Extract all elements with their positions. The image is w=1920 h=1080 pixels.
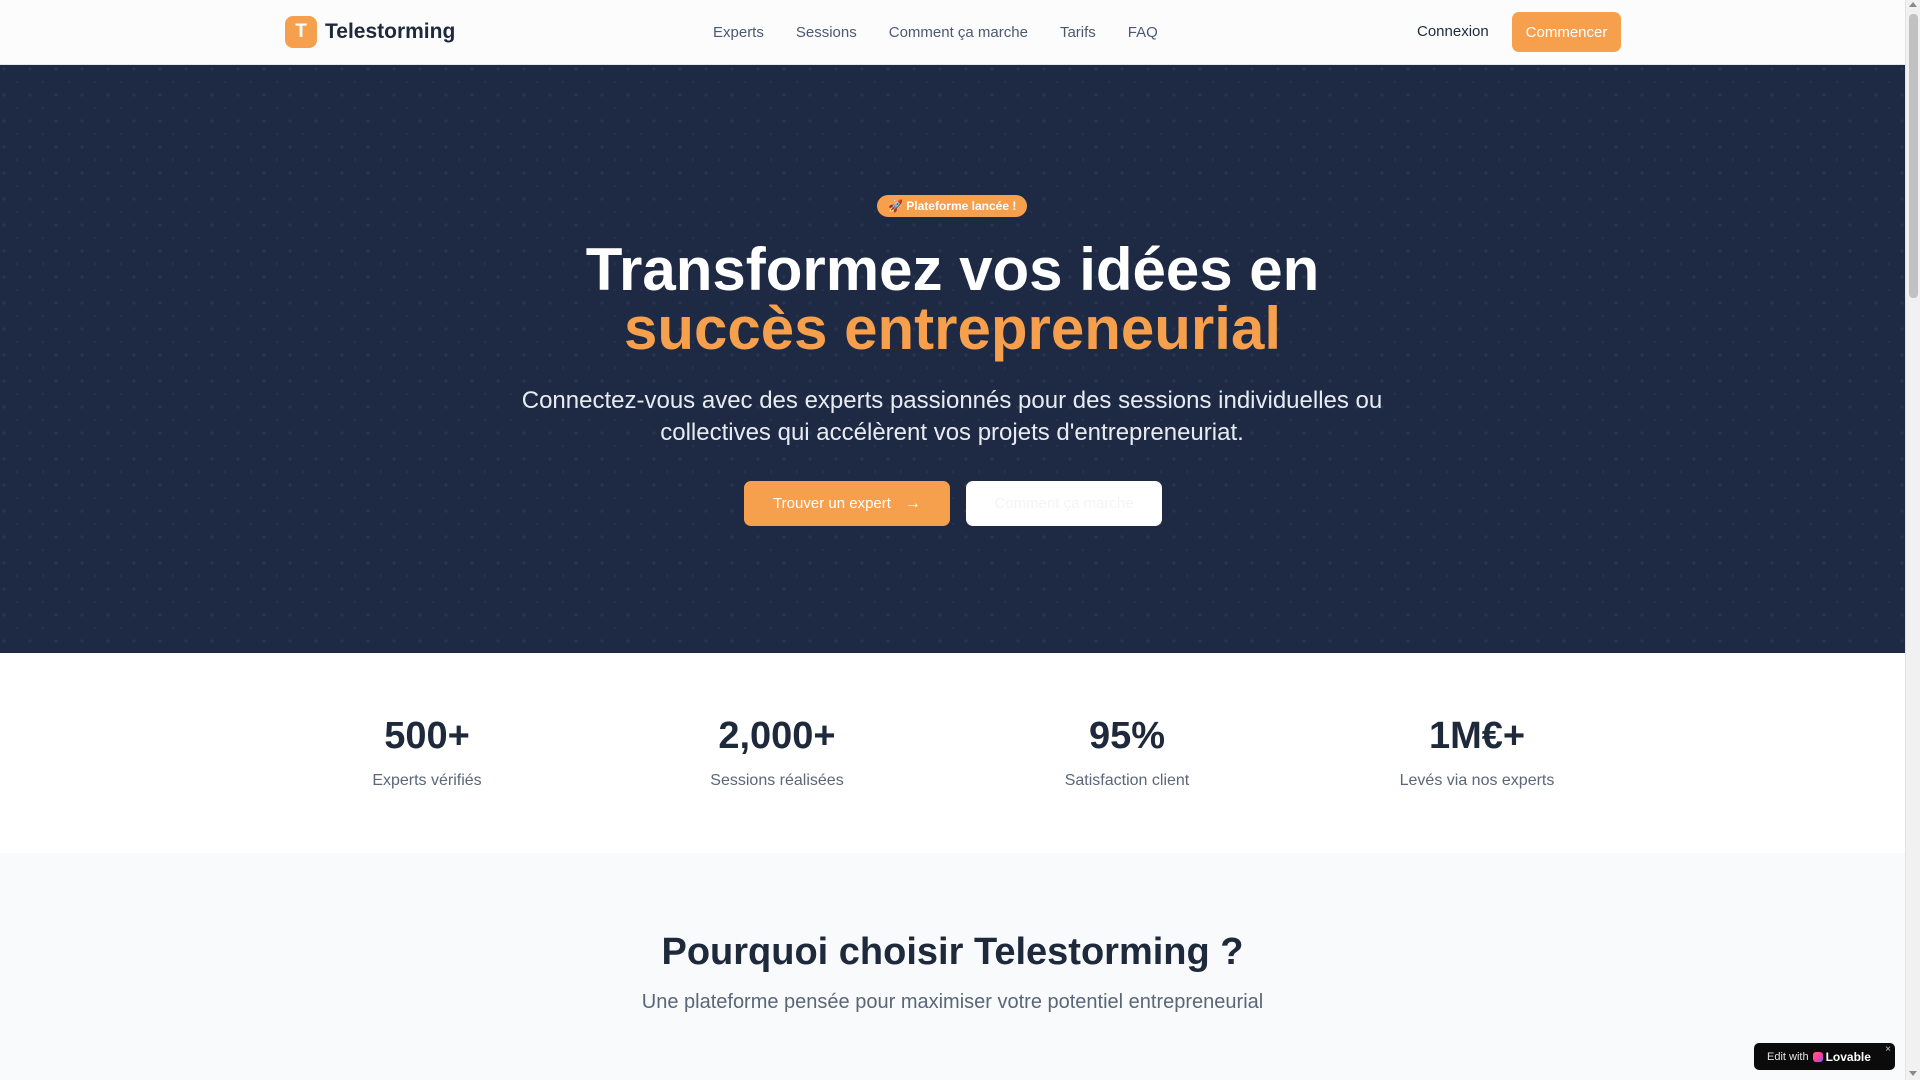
stat-label: Levés via nos experts: [1399, 772, 1555, 789]
why-subtitle: Une plateforme pensée pour maximiser vot…: [641, 991, 1264, 1013]
close-icon[interactable]: ×: [1885, 1044, 1891, 1055]
scroll-thumb[interactable]: [1909, 14, 1918, 298]
main-nav: Experts Sessions Comment ça marche Tarif…: [713, 0, 1158, 64]
nav-link-how-it-works[interactable]: Comment ça marche: [889, 24, 1028, 41]
scroll-up-arrow-icon[interactable]: [1909, 2, 1917, 7]
launch-badge: 🚀 Plateforme lancée !: [877, 195, 1028, 217]
login-link[interactable]: Connexion: [1417, 23, 1489, 40]
stat-value: 500+: [384, 715, 470, 757]
logo-mark-icon: T: [285, 16, 317, 48]
hero-title-line1: Transformez vos idées en: [585, 236, 1320, 303]
find-expert-button[interactable]: Trouver un expert →: [744, 481, 950, 526]
nav-link-sessions[interactable]: Sessions: [796, 24, 857, 41]
why-title: Pourquoi choisir Telestorming ?: [661, 931, 1244, 973]
stat-label: Satisfaction client: [1064, 772, 1190, 789]
stat-experts: 500+ Experts vérifiés: [297, 714, 557, 790]
lovable-brand-label: Lovable: [1825, 1049, 1871, 1064]
stat-sessions: 2,000+ Sessions réalisées: [647, 714, 907, 790]
how-it-works-button[interactable]: Comment ça marche: [966, 481, 1162, 526]
nav-link-pricing[interactable]: Tarifs: [1060, 24, 1096, 41]
stat-value: 1M€+: [1428, 715, 1526, 757]
stat-funds-raised: 1M€+ Levés via nos experts: [1347, 714, 1607, 790]
get-started-button[interactable]: Commencer: [1512, 12, 1621, 52]
why-section: Pourquoi choisir Telestorming ? Une plat…: [0, 853, 1905, 1080]
top-navigation-bar: T Telestorming Experts Sessions Comment …: [0, 0, 1905, 65]
stat-value: 2,000+: [718, 715, 836, 757]
nav-link-experts[interactable]: Experts: [713, 24, 764, 41]
edit-with-lovable-badge[interactable]: Edit with Lovable ×: [1754, 1043, 1895, 1070]
stats-section: 500+ Experts vérifiés 2,000+ Sessions ré…: [0, 653, 1905, 853]
stat-value: 95%: [1088, 715, 1166, 757]
hero-subtitle: Connectez-vous avec des experts passionn…: [521, 387, 1383, 446]
stat-satisfaction: 95% Satisfaction client: [997, 714, 1257, 790]
lovable-edit-label: Edit with: [1767, 1050, 1809, 1063]
hero-title-line2: succès entrepreneurial: [624, 295, 1281, 362]
lovable-heart-icon: [1812, 1051, 1823, 1062]
brand-name: Telestorming: [325, 20, 456, 43]
hero-section: 🚀 Plateforme lancée ! Transformez vos id…: [0, 65, 1905, 653]
stat-label: Experts vérifiés: [372, 772, 482, 789]
vertical-scrollbar[interactable]: [1905, 0, 1920, 1080]
stat-label: Sessions réalisées: [710, 772, 844, 789]
scroll-down-arrow-icon[interactable]: [1909, 1071, 1917, 1076]
find-expert-label: Trouver un expert: [773, 495, 891, 512]
arrow-right-icon: →: [904, 494, 921, 512]
brand-logo[interactable]: T Telestorming: [285, 16, 455, 48]
nav-link-faq[interactable]: FAQ: [1128, 24, 1158, 41]
